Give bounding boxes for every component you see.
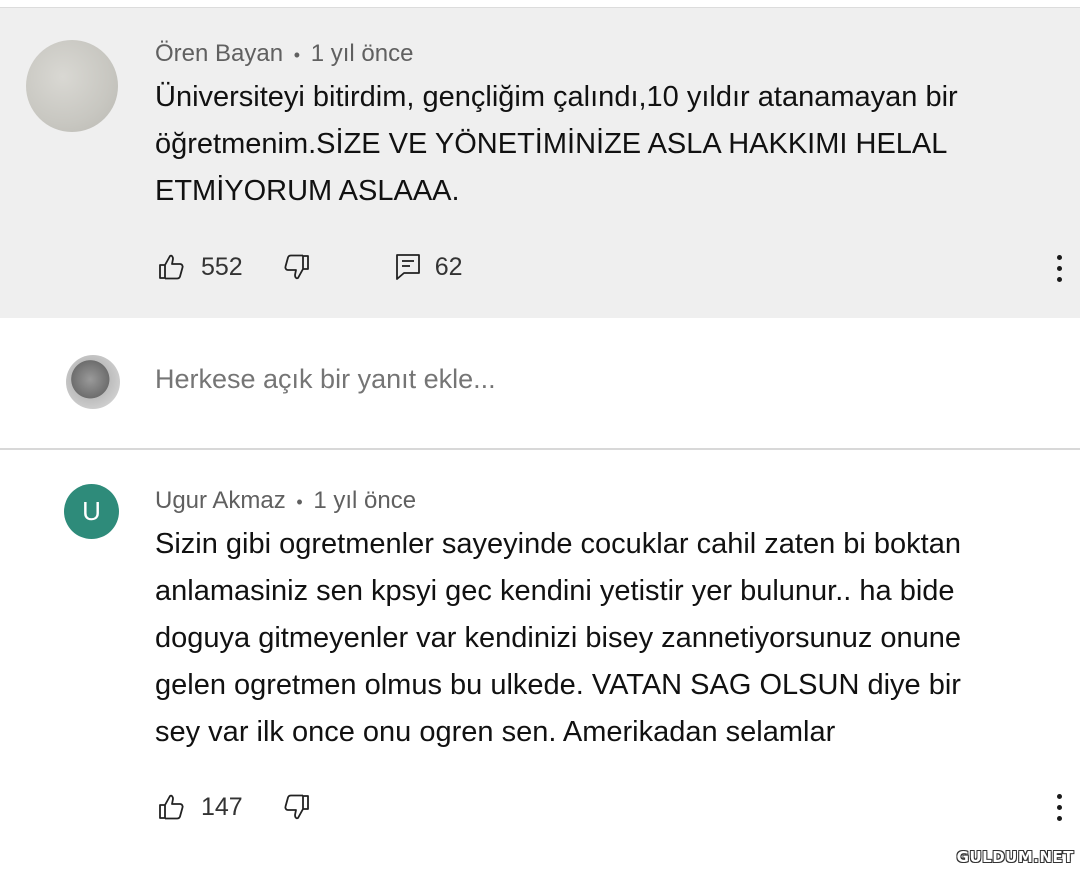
thumbs-up-icon [157,792,187,822]
more-vert-icon [1056,794,1062,799]
like-count: 147 [201,792,243,821]
like-button[interactable]: 552 [157,252,243,282]
like-count: 552 [201,252,243,281]
avatar-letter: U [82,496,101,526]
comment-line: ETMİYORUM ASLAAA. [155,175,460,207]
reply-input[interactable] [155,364,855,395]
thumbs-down-icon [281,792,311,822]
like-button[interactable]: 147 [157,792,243,822]
comment-actions: 552 62 [157,247,463,287]
more-options-button[interactable] [1055,255,1063,287]
comment-text: Sizin gibi ogretmenler sayeyinde cocukla… [155,521,961,756]
watermark-logo: GULDUM.NET [956,848,1074,866]
top-strip [0,0,1080,7]
comment-author[interactable]: Ören Bayan [155,40,283,67]
comment-line: Sizin gibi ogretmenler sayeyinde cocukla… [155,528,961,560]
divider [0,448,1080,450]
dislike-button[interactable] [281,792,311,822]
comment-line: doguya gitmeyenler var kendinizi bisey z… [155,622,962,654]
comment-line: gelen ogretmen olmus bu ulkede. VATAN SA… [155,669,961,701]
comment-time: 1 yıl önce [310,40,414,67]
comment-line: Üniversiteyi bitirdim, gençliğim çalındı… [155,81,958,113]
comment-actions: 147 [157,787,311,827]
comment-line: sey var ilk once onu ogren sen. Amerikad… [155,716,836,748]
meta-separator: • [293,45,301,65]
reply-composer [0,318,1080,448]
thumbs-up-icon [157,252,187,282]
comment-icon [393,252,423,282]
commenter-avatar[interactable]: U [64,484,119,539]
comment-line: öğretmenim.SİZE VE YÖNETİMİNİZE ASLA HAK… [155,128,948,160]
highlighted-comment: Ören Bayan • 1 yıl önce Üniversiteyi bit… [0,7,1080,319]
more-options-button[interactable] [1055,794,1063,826]
comment-text: Üniversiteyi bitirdim, gençliğim çalındı… [155,74,958,215]
comment-time: 1 yıl önce [313,487,417,514]
comment-meta: Ören Bayan • 1 yıl önce [155,40,413,68]
reply-count: 62 [434,252,463,281]
user-avatar [66,355,120,409]
comment-author[interactable]: Ugur Akmaz [155,487,286,514]
thumbs-down-icon [281,252,311,282]
meta-separator: • [296,492,303,512]
comment-line: anlamasiniz sen kpsyi gec kendini yetist… [155,575,955,607]
comment-meta: Ugur Akmaz • 1 yıl önce [155,487,416,515]
commenter-avatar[interactable] [26,40,118,132]
more-vert-icon [1056,255,1062,260]
replies-button[interactable]: 62 [393,252,463,282]
dislike-button[interactable] [281,252,311,282]
